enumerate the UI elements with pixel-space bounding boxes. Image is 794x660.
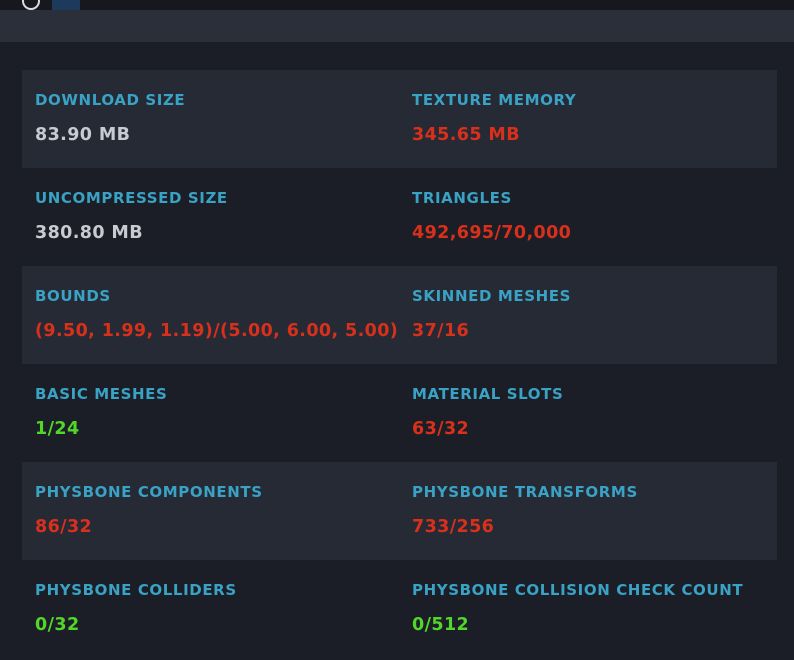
- stat-basic-meshes: BASIC MESHES 1/24: [22, 364, 399, 462]
- stat-material-slots: MATERIAL SLOTS 63/32: [399, 364, 777, 462]
- avatar-thumbnail: [52, 0, 80, 10]
- stat-skinned-meshes: SKINNED MESHES 37/16: [399, 266, 777, 364]
- stat-physbone-transforms: PHYSBONE TRANSFORMS 733/256: [399, 462, 777, 560]
- stat-row: DOWNLOAD SIZE 83.90 MB TEXTURE MEMORY 34…: [22, 70, 777, 168]
- stat-value: 1/24: [35, 419, 80, 439]
- stat-label: TRIANGLES: [412, 189, 512, 207]
- performance-stats-panel: DOWNLOAD SIZE 83.90 MB TEXTURE MEMORY 34…: [22, 70, 777, 658]
- stat-value: 733/256: [412, 517, 495, 537]
- stat-label: UNCOMPRESSED SIZE: [35, 189, 228, 207]
- stat-label: SKINNED MESHES: [412, 287, 572, 305]
- stat-row: PHYSBONE COLLIDERS 0/32 PHYSBONE COLLISI…: [22, 560, 777, 658]
- stat-download-size: DOWNLOAD SIZE 83.90 MB: [22, 70, 399, 168]
- stat-value: (9.50, 1.99, 1.19)/(5.00, 6.00, 5.00): [35, 321, 399, 341]
- stat-value: 86/32: [35, 517, 93, 537]
- stat-row: UNCOMPRESSED SIZE 380.80 MB TRIANGLES 49…: [22, 168, 777, 266]
- stat-triangles: TRIANGLES 492,695/70,000: [399, 168, 777, 266]
- stat-physbone-components: PHYSBONE COMPONENTS 86/32: [22, 462, 399, 560]
- stat-value: 0/512: [412, 615, 470, 635]
- header-strip: [0, 10, 794, 42]
- stat-label: MATERIAL SLOTS: [412, 385, 564, 403]
- stat-row: PHYSBONE COMPONENTS 86/32 PHYSBONE TRANS…: [22, 462, 777, 560]
- stat-value: 37/16: [412, 321, 470, 341]
- stat-physbone-collision-check-count: PHYSBONE COLLISION CHECK COUNT 0/512: [399, 560, 777, 658]
- stat-texture-memory: TEXTURE MEMORY 345.65 MB: [399, 70, 777, 168]
- stat-value: 63/32: [412, 419, 470, 439]
- stat-value: 345.65 MB: [412, 125, 520, 145]
- stat-physbone-colliders: PHYSBONE COLLIDERS 0/32: [22, 560, 399, 658]
- stat-value: 0/32: [35, 615, 80, 635]
- stat-row: BOUNDS (9.50, 1.99, 1.19)/(5.00, 6.00, 5…: [22, 266, 777, 364]
- circle-icon[interactable]: [22, 0, 40, 10]
- stat-value: 83.90 MB: [35, 125, 131, 145]
- stat-uncompressed-size: UNCOMPRESSED SIZE 380.80 MB: [22, 168, 399, 266]
- stat-label: TEXTURE MEMORY: [412, 91, 577, 109]
- stat-label: PHYSBONE COMPONENTS: [35, 483, 263, 501]
- top-bar: [0, 0, 794, 10]
- stat-value: 380.80 MB: [35, 223, 143, 243]
- stat-label: BOUNDS: [35, 287, 111, 305]
- stat-row: BASIC MESHES 1/24 MATERIAL SLOTS 63/32: [22, 364, 777, 462]
- stat-label: PHYSBONE COLLIDERS: [35, 581, 237, 599]
- stat-label: DOWNLOAD SIZE: [35, 91, 186, 109]
- stat-label: PHYSBONE COLLISION CHECK COUNT: [412, 581, 744, 599]
- stat-label: BASIC MESHES: [35, 385, 168, 403]
- stat-bounds: BOUNDS (9.50, 1.99, 1.19)/(5.00, 6.00, 5…: [22, 266, 399, 364]
- stat-label: PHYSBONE TRANSFORMS: [412, 483, 638, 501]
- stat-value: 492,695/70,000: [412, 223, 572, 243]
